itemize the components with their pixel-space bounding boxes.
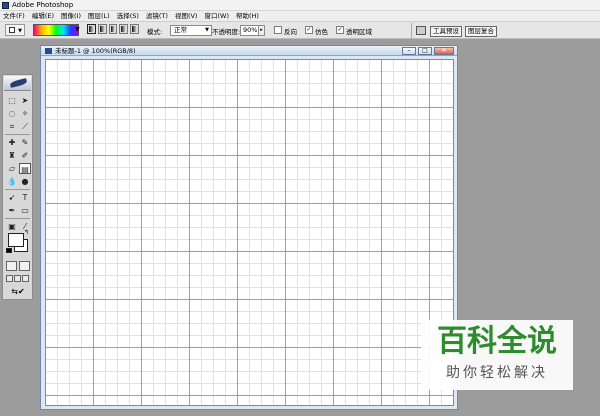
document-icon (45, 48, 52, 54)
mode-value: 正常 (174, 26, 187, 34)
transparency-checkbox[interactable]: ✓ (336, 26, 344, 34)
standard-mode-button[interactable] (6, 261, 17, 271)
full-screen-menu-mode-button[interactable] (14, 275, 21, 282)
tab-tool-presets[interactable]: 工具预设 (430, 26, 462, 37)
watermark-subtitle: 助你轻松解决 (446, 365, 548, 381)
mode-label: 模式: (147, 28, 163, 36)
reverse-checkbox[interactable] (274, 26, 282, 34)
gradient-picker-chevron-icon[interactable]: ▼ (75, 26, 81, 38)
default-colors-icon[interactable] (6, 248, 12, 253)
shape-icon[interactable]: ▭ (19, 205, 31, 216)
tool-preset-picker[interactable]: ▼ (5, 24, 25, 36)
adobe-feather-icon (9, 78, 28, 88)
gradient-tool-icon (9, 27, 15, 33)
clone-stamp-icon[interactable]: ♜ (6, 150, 18, 161)
chevron-down-icon: ▼ (205, 27, 209, 33)
opacity-label: 不透明度: (212, 28, 241, 36)
watermark: 百科全说 助你轻松解决 (421, 320, 573, 390)
healing-brush-icon[interactable]: ✚ (6, 137, 18, 148)
foreground-color-swatch[interactable] (8, 233, 24, 247)
menu-window[interactable]: 窗口(W) (204, 11, 229, 21)
menu-file[interactable]: 文件(F) (3, 11, 25, 21)
path-selection-icon[interactable]: ➹ (6, 192, 18, 203)
reverse-label: 反向 (284, 28, 297, 36)
canvas-grid[interactable] (45, 59, 454, 406)
toolbox-divider (5, 218, 30, 219)
toolbox-divider (5, 189, 30, 190)
toolbox-header[interactable] (4, 76, 31, 91)
move-icon[interactable]: ➤ (19, 95, 31, 106)
dither-checkbox[interactable]: ✓ (305, 26, 313, 34)
document-window: 未标题-1 @ 100%(RGB/8) – □ ✕ (40, 45, 458, 410)
reflected-gradient-button[interactable] (119, 24, 129, 34)
options-bar: ▼ ▼ 模式: 正常 ▼ 不透明度: 90% ▸ 反向 ✓ 仿色 ✓ 透明区域 (0, 22, 600, 39)
linear-gradient-button[interactable] (87, 24, 96, 34)
menu-layer[interactable]: 图层(L) (88, 11, 110, 21)
opacity-value: 90% (243, 26, 258, 34)
gradient-icon[interactable]: ▤ (19, 163, 31, 174)
menu-edit[interactable]: 编辑(E) (32, 11, 54, 21)
chevron-down-icon: ▼ (18, 28, 22, 34)
toolbox: ⬚ ➤ ◌ ✧ ⌗ ⟋ ✚ ✎ ♜ ✐ ▱ ▤ 💧 ● ➹ T ✒ ▭ ▣ ⁄ … (2, 74, 33, 300)
swap-colors-icon[interactable]: ↰ (24, 229, 29, 236)
history-brush-icon[interactable]: ✐ (19, 150, 31, 161)
menu-bar: 文件(F) 编辑(E) 图像(I) 图层(L) 选择(S) 滤镜(T) 视图(V… (0, 11, 600, 22)
full-screen-mode-button[interactable] (22, 275, 29, 282)
pen-icon[interactable]: ✒ (6, 205, 18, 216)
document-title: 未标题-1 @ 100%(RGB/8) (55, 47, 136, 55)
dither-label: 仿色 (315, 28, 328, 36)
menu-image[interactable]: 图像(I) (61, 11, 81, 21)
tab-layer-comps[interactable]: 图层复合 (465, 26, 497, 37)
radial-gradient-button[interactable] (97, 24, 107, 34)
toolbox-divider (5, 134, 30, 135)
notes-icon[interactable]: ▣ (6, 221, 18, 232)
menu-filter[interactable]: 滤镜(T) (146, 11, 168, 21)
document-titlebar[interactable]: 未标题-1 @ 100%(RGB/8) – □ ✕ (41, 46, 457, 56)
watermark-title: 百科全说 (437, 324, 557, 359)
minimize-button[interactable]: – (402, 47, 416, 55)
standard-screen-mode-button[interactable] (6, 275, 13, 282)
jump-to-imageready-icon[interactable]: ⇆✔ (7, 287, 29, 297)
dodge-icon[interactable]: ● (19, 176, 31, 187)
gradient-type-group (87, 24, 139, 36)
maximize-button[interactable]: □ (418, 47, 432, 55)
opacity-slider-arrow-icon[interactable]: ▸ (258, 25, 265, 36)
marquee-icon[interactable]: ⬚ (6, 95, 18, 106)
menu-select[interactable]: 选择(S) (117, 11, 139, 21)
brush-icon[interactable]: ✎ (19, 137, 31, 148)
app-titlebar: Adobe Photoshop (0, 0, 600, 11)
crop-icon[interactable]: ⌗ (6, 121, 18, 132)
type-icon[interactable]: T (19, 192, 31, 203)
transparency-label: 透明区域 (346, 28, 372, 36)
quick-mask-button[interactable] (19, 261, 30, 271)
app-title: Adobe Photoshop (12, 1, 74, 9)
mode-select[interactable]: 正常 ▼ (170, 25, 212, 36)
magic-wand-icon[interactable]: ✧ (19, 108, 31, 119)
angle-gradient-button[interactable] (108, 24, 118, 34)
diamond-gradient-button[interactable] (130, 24, 139, 34)
lasso-icon[interactable]: ◌ (6, 108, 18, 119)
palette-well (411, 23, 429, 38)
close-button[interactable]: ✕ (434, 47, 454, 55)
file-browser-icon[interactable] (416, 26, 426, 35)
photoshop-logo-icon (2, 2, 9, 9)
menu-help[interactable]: 帮助(H) (236, 11, 259, 21)
slice-icon[interactable]: ⟋ (19, 121, 31, 132)
eraser-icon[interactable]: ▱ (6, 163, 18, 174)
blur-icon[interactable]: 💧 (6, 176, 18, 187)
gradient-preview-swatch[interactable] (33, 24, 79, 36)
menu-view[interactable]: 视图(V) (175, 11, 198, 21)
